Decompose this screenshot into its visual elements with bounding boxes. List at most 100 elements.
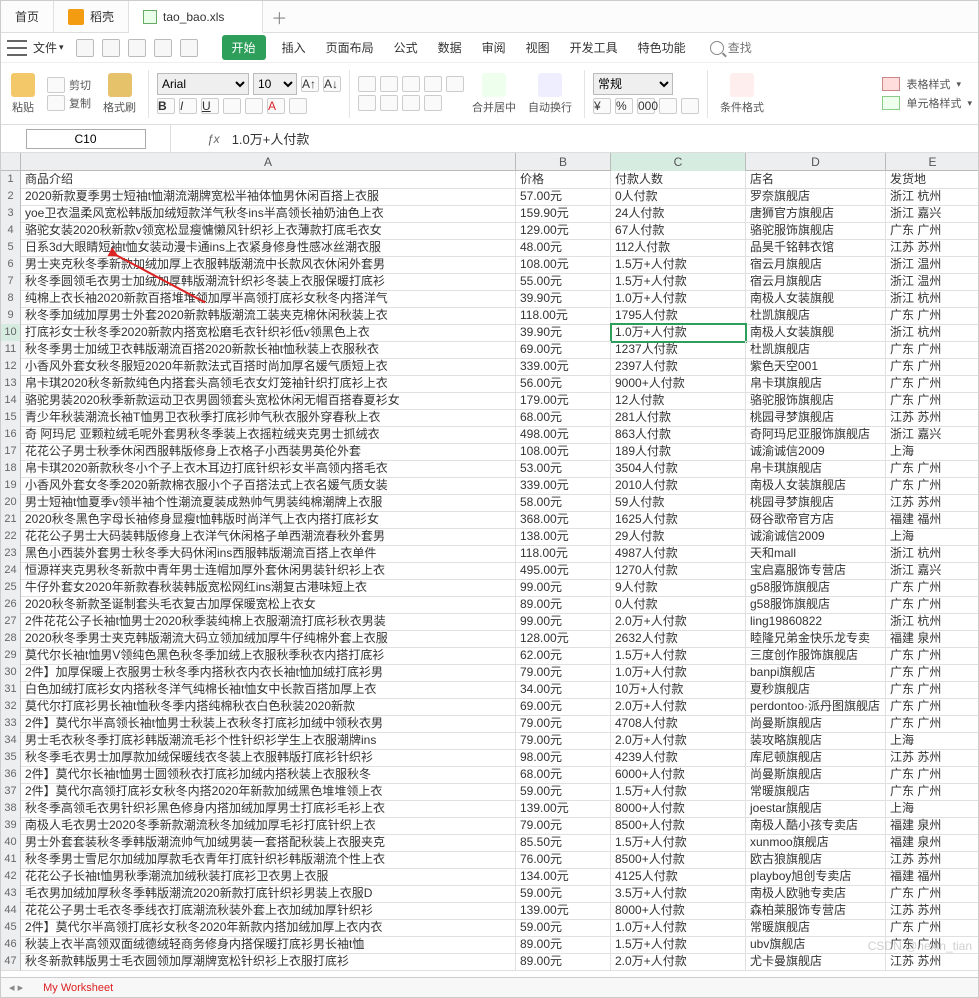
sheet-tab[interactable]: My Worksheet	[31, 982, 125, 994]
cell[interactable]: 男士毛衣秋冬季打底衫韩版潮流毛衫个性针织衫学生上衣服潮牌ins	[21, 732, 516, 750]
cell[interactable]: 2.0万+人付款	[611, 953, 746, 971]
cell[interactable]: 浙江 嘉兴	[886, 205, 978, 223]
cell[interactable]: 南极人女装旗舰	[746, 324, 886, 342]
cell[interactable]: 品昊千铭韩衣馆	[746, 239, 886, 257]
cell[interactable]: 欧古狼旗舰店	[746, 851, 886, 869]
cell[interactable]: 2件】莫代尔高领打底衫女秋冬内搭2020年新款加绒黑色堆堆领上衣	[21, 783, 516, 801]
cell[interactable]: 秋冬季男士加绒卫衣韩版潮流百搭2020新款长袖t恤秋装上衣服秋衣	[21, 341, 516, 359]
cell[interactable]: 67人付款	[611, 222, 746, 240]
cell[interactable]: 睦隆兄弟金快乐龙专卖	[746, 630, 886, 648]
col-A[interactable]: A	[21, 153, 516, 171]
cell[interactable]: 4708人付款	[611, 715, 746, 733]
cell[interactable]: 秋冬新款韩版男士毛衣圆领加厚潮牌宽松针织衫上衣服打底衫	[21, 953, 516, 971]
row-header[interactable]: 22	[1, 528, 21, 546]
align-bottom-icon[interactable]	[402, 76, 420, 92]
cell[interactable]: 南极人酷小孩专卖店	[746, 817, 886, 835]
cell[interactable]: 69.00元	[516, 341, 611, 359]
select-all-corner[interactable]	[1, 153, 21, 171]
cell[interactable]: 39.90元	[516, 290, 611, 308]
row-header[interactable]: 28	[1, 630, 21, 648]
font-select[interactable]: Arial	[157, 73, 249, 95]
cell[interactable]: 189人付款	[611, 443, 746, 461]
row-header[interactable]: 33	[1, 715, 21, 733]
cell[interactable]: 花花公子男士秋季休闲西服韩版修身上衣格子小西装男英伦外套	[21, 443, 516, 461]
cell[interactable]: 男士外套套装秋冬季韩版潮流帅气加绒男装一套搭配秋装上衣服夹克	[21, 834, 516, 852]
cell[interactable]: 68.00元	[516, 409, 611, 427]
cell[interactable]: 常暖旗舰店	[746, 783, 886, 801]
cell[interactable]: 广东 广州	[886, 341, 978, 359]
redo-icon[interactable]	[180, 39, 198, 57]
sheet-nav[interactable]: ◂ ▸	[1, 981, 31, 994]
table-styles[interactable]: 表格样式▾	[882, 76, 972, 92]
cell[interactable]: 24人付款	[611, 205, 746, 223]
cell[interactable]: 2632人付款	[611, 630, 746, 648]
cell[interactable]: 紫色天空001	[746, 358, 886, 376]
file-menu[interactable]: 文件▾	[33, 39, 64, 56]
cell[interactable]: 青少年秋装潮流长袖T恤男卫衣秋季打底衫帅气秋衣服外穿春秋上衣	[21, 409, 516, 427]
cell[interactable]: 1.0万+人付款	[611, 919, 746, 937]
cell[interactable]: 79.00元	[516, 732, 611, 750]
cell[interactable]: 广东 广州	[886, 392, 978, 410]
cell[interactable]: 诚渝诚信2009	[746, 443, 886, 461]
cell[interactable]: 杜凯旗舰店	[746, 307, 886, 325]
cell[interactable]: 夏秒旗舰店	[746, 681, 886, 699]
cell[interactable]: 纯棉上衣长袖2020新款百搭堆堆领加厚半高领打底衫女秋冬内搭洋气	[21, 290, 516, 308]
cell[interactable]: 浙江 温州	[886, 256, 978, 274]
row-header[interactable]: 9	[1, 307, 21, 325]
cell[interactable]: 68.00元	[516, 766, 611, 784]
row-header[interactable]: 23	[1, 545, 21, 563]
row-header[interactable]: 14	[1, 392, 21, 410]
cell[interactable]: 浙江 温州	[886, 273, 978, 291]
cell[interactable]: 帛卡琪2020秋冬新款纯色内搭套头高领毛衣女灯笼袖针织打底衫上衣	[21, 375, 516, 393]
cell[interactable]: 1.5万+人付款	[611, 273, 746, 291]
highlight-icon[interactable]	[289, 98, 307, 114]
ribbon-tab-start[interactable]: 开始	[222, 35, 266, 60]
cell[interactable]: 广东 广州	[886, 358, 978, 376]
row-header[interactable]: 42	[1, 868, 21, 886]
col-C[interactable]: C	[611, 153, 746, 171]
cell[interactable]: 秋冬季圆领毛衣男士加绒加厚韩版潮流针织衫冬装上衣服保暖打底衫	[21, 273, 516, 291]
cell[interactable]: 广东 广州	[886, 222, 978, 240]
hamburger-icon[interactable]	[7, 40, 27, 56]
italic-icon[interactable]: I	[179, 98, 197, 114]
row-header[interactable]: 17	[1, 443, 21, 461]
copy-button[interactable]: 复制	[47, 95, 91, 111]
comma-icon[interactable]: 000	[637, 98, 655, 114]
cell[interactable]: 368.00元	[516, 511, 611, 529]
cell[interactable]: 59.00元	[516, 783, 611, 801]
ribbon-tab-formula[interactable]: 公式	[390, 35, 422, 60]
print-icon[interactable]	[102, 39, 120, 57]
cell[interactable]: 男士短袖t恤夏季v领半袖个性潮流夏装成熟帅气男装纯棉潮牌上衣服	[21, 494, 516, 512]
ribbon-tab-review[interactable]: 审阅	[478, 35, 510, 60]
cell[interactable]: 白色加绒打底衫女内搭秋冬洋气纯棉长袖t恤女中长款百搭加厚上衣	[21, 681, 516, 699]
cell[interactable]: 浙江 杭州	[886, 290, 978, 308]
cell[interactable]: 南极人女装旗舰店	[746, 477, 886, 495]
cell[interactable]: 2020秋冬季男士夹克韩版潮流大码立领加绒加厚牛仔纯棉外套上衣服	[21, 630, 516, 648]
cell[interactable]: 498.00元	[516, 426, 611, 444]
cell[interactable]: 江苏 苏州	[886, 239, 978, 257]
row-header[interactable]: 19	[1, 477, 21, 495]
row-header[interactable]: 26	[1, 596, 21, 614]
wrap-text[interactable]: 自动换行	[524, 73, 576, 115]
decrease-decimal-icon[interactable]	[681, 98, 699, 114]
col-E[interactable]: E	[886, 153, 978, 171]
cell[interactable]: 秋冬季高领毛衣男针织衫黑色修身内搭加绒加厚男士打底衫毛衫上衣	[21, 800, 516, 818]
row-header[interactable]: 45	[1, 919, 21, 937]
ribbon-tab-data[interactable]: 数据	[434, 35, 466, 60]
underline-icon[interactable]: U	[201, 98, 219, 114]
row-header[interactable]: 11	[1, 341, 21, 359]
search-box[interactable]: 查找	[710, 39, 752, 56]
cell[interactable]: 宿云月旗舰店	[746, 273, 886, 291]
cell[interactable]: 三度创作服饰旗舰店	[746, 647, 886, 665]
row-header[interactable]: 44	[1, 902, 21, 920]
cell[interactable]: 秋冬季毛衣男士加厚款加绒保暖线衣冬装上衣服韩版打底衫针织衫	[21, 749, 516, 767]
cell[interactable]: 日系3d大眼睛短袖t恤女装动漫卡通ins上衣紧身修身性感冰丝潮衣服	[21, 239, 516, 257]
row-header[interactable]: 1	[1, 171, 21, 189]
row-header[interactable]: 16	[1, 426, 21, 444]
cell[interactable]: 花花公子男士毛衣冬季线衣打底潮流秋装外套上衣加绒加厚针织衫	[21, 902, 516, 920]
cell[interactable]: 福建 泉州	[886, 630, 978, 648]
cell[interactable]: 85.50元	[516, 834, 611, 852]
cell[interactable]: 159.90元	[516, 205, 611, 223]
row-header[interactable]: 20	[1, 494, 21, 512]
row-header[interactable]: 37	[1, 783, 21, 801]
